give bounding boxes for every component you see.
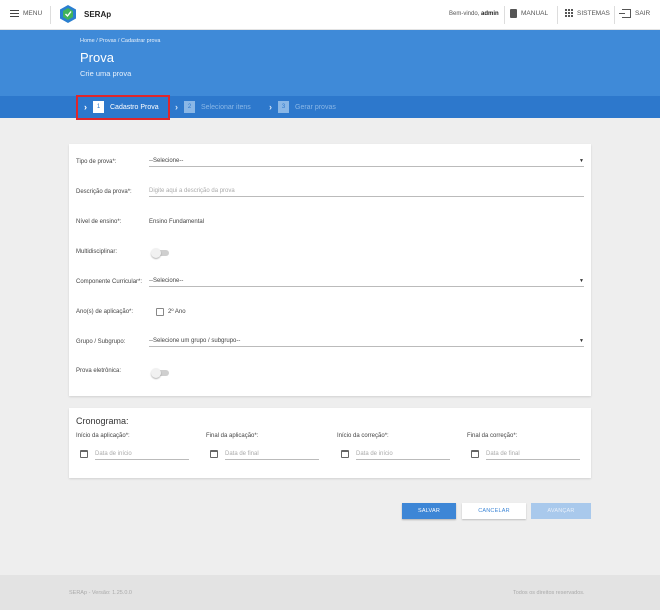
- grupo-value: --Selecione um grupo / subgrupo--: [149, 338, 241, 344]
- manual-button[interactable]: MANUAL: [510, 9, 548, 18]
- date-placeholder: Data de final: [225, 451, 259, 457]
- eletronica-label: Prova eletrônica:: [76, 368, 122, 374]
- date-label: Final da aplicação*:: [206, 433, 259, 439]
- multidisciplinar-toggle[interactable]: [151, 248, 169, 258]
- active-step-highlight: [76, 95, 170, 120]
- welcome-prefix: Bem-vindo,: [449, 11, 480, 17]
- tipo-prova-select[interactable]: --Selecione-- ▼: [149, 158, 584, 167]
- version-text: SERAp - Versão: 1.25.0.0: [69, 590, 132, 596]
- next-button[interactable]: AVANÇAR: [531, 503, 591, 519]
- descricao-placeholder: Digite aqui a descrição da prova: [149, 188, 235, 194]
- chevron-right-icon: ›: [269, 102, 272, 112]
- top-bar: MENU SERAp Bem-vindo, admin MANUAL SISTE…: [0, 0, 660, 30]
- ano-option-label[interactable]: 2º Ano: [168, 309, 186, 315]
- exit-label: SAIR: [635, 10, 651, 17]
- eletronica-toggle[interactable]: [151, 368, 169, 378]
- divider: [614, 6, 615, 24]
- componente-select[interactable]: --Selecione-- ▼: [149, 278, 584, 287]
- manual-label: MANUAL: [521, 10, 549, 17]
- prova-form-card: Tipo de prova*: --Selecione-- ▼ Descriçã…: [69, 144, 591, 396]
- divider: [504, 6, 505, 24]
- calendar-icon[interactable]: [341, 450, 349, 458]
- final-aplicacao-input[interactable]: Data de final: [225, 449, 319, 460]
- caret-down-icon: ▼: [579, 338, 584, 344]
- serap-logo[interactable]: [60, 5, 76, 23]
- menu-button[interactable]: MENU: [10, 10, 42, 17]
- descricao-input[interactable]: Digite aqui a descrição da prova: [149, 188, 584, 197]
- date-label: Início da correção*:: [337, 433, 389, 439]
- final-correcao-field: Final da correção*: Data de final: [467, 433, 585, 469]
- page-subtitle: Crie uma prova: [80, 69, 132, 78]
- chevron-right-icon: ›: [175, 102, 178, 112]
- anos-label: Ano(s) de aplicação*:: [76, 309, 134, 315]
- step-label: Selecionar itens: [201, 103, 251, 111]
- step-gerar-provas[interactable]: › 3 Gerar provas: [269, 100, 336, 114]
- caret-down-icon: ▼: [579, 278, 584, 284]
- page-title: Prova: [80, 50, 114, 65]
- cronograma-card: Cronograma: Início da aplicação*: Data d…: [69, 408, 591, 478]
- tipo-prova-value: --Selecione--: [149, 158, 184, 164]
- cronograma-title: Cronograma:: [76, 416, 129, 426]
- final-aplicacao-field: Final da aplicação*: Data de final: [206, 433, 324, 469]
- welcome-text: Bem-vindo, admin: [449, 11, 499, 17]
- systems-button[interactable]: SISTEMAS: [565, 9, 610, 17]
- inicio-correcao-input[interactable]: Data de início: [356, 449, 450, 460]
- inicio-correcao-field: Início da correção*: Data de início: [337, 433, 455, 469]
- step-number: 2: [184, 101, 195, 113]
- componente-label: Componente Curricular*:: [76, 279, 143, 285]
- componente-value: --Selecione--: [149, 278, 184, 284]
- step-label: Gerar provas: [295, 103, 336, 111]
- page-header: Home / Provas / Cadastrar prova Prova Cr…: [0, 30, 660, 96]
- calendar-icon[interactable]: [210, 450, 218, 458]
- nivel-label: Nível de ensino*:: [76, 219, 122, 225]
- breadcrumb[interactable]: Home / Provas / Cadastrar prova: [80, 38, 160, 44]
- date-label: Início da aplicação*:: [76, 433, 130, 439]
- rights-text: Todos os direitos reservados.: [513, 590, 585, 596]
- tipo-prova-label: Tipo de prova*:: [76, 159, 117, 165]
- caret-down-icon: ▼: [579, 158, 584, 164]
- welcome-user: admin: [481, 11, 499, 17]
- inicio-aplicacao-input[interactable]: Data de início: [95, 449, 189, 460]
- calendar-icon[interactable]: [471, 450, 479, 458]
- date-placeholder: Data de final: [486, 451, 520, 457]
- footer: SERAp - Versão: 1.25.0.0 Todos os direit…: [0, 575, 660, 610]
- nivel-value: Ensino Fundamental: [149, 219, 205, 225]
- cancel-button[interactable]: CANCELAR: [462, 503, 526, 519]
- date-placeholder: Data de início: [95, 451, 132, 457]
- divider: [50, 6, 51, 24]
- document-icon: [510, 9, 517, 18]
- grupo-select[interactable]: --Selecione um grupo / subgrupo-- ▼: [149, 338, 584, 347]
- apps-grid-icon: [565, 9, 573, 17]
- exit-button[interactable]: SAIR: [619, 9, 651, 18]
- menu-label: MENU: [23, 10, 43, 17]
- descricao-label: Descrição da prova*:: [76, 189, 132, 195]
- step-selecionar-itens[interactable]: › 2 Selecionar itens: [175, 100, 251, 114]
- multidisciplinar-label: Multidisciplinar:: [76, 249, 118, 255]
- brand-name: SERAp: [84, 10, 112, 19]
- inicio-aplicacao-field: Início da aplicação*: Data de início: [76, 433, 194, 469]
- date-placeholder: Data de início: [356, 451, 393, 457]
- hamburger-icon: [10, 10, 19, 17]
- date-label: Final da correção*:: [467, 433, 518, 439]
- ano-checkbox[interactable]: [156, 308, 164, 316]
- exit-icon: [619, 9, 631, 18]
- grupo-label: Grupo / Subgrupo:: [76, 339, 126, 345]
- save-button[interactable]: SALVAR: [402, 503, 456, 519]
- calendar-icon[interactable]: [80, 450, 88, 458]
- final-correcao-input[interactable]: Data de final: [486, 449, 580, 460]
- systems-label: SISTEMAS: [577, 9, 610, 17]
- divider: [557, 6, 558, 24]
- step-number: 3: [278, 101, 289, 113]
